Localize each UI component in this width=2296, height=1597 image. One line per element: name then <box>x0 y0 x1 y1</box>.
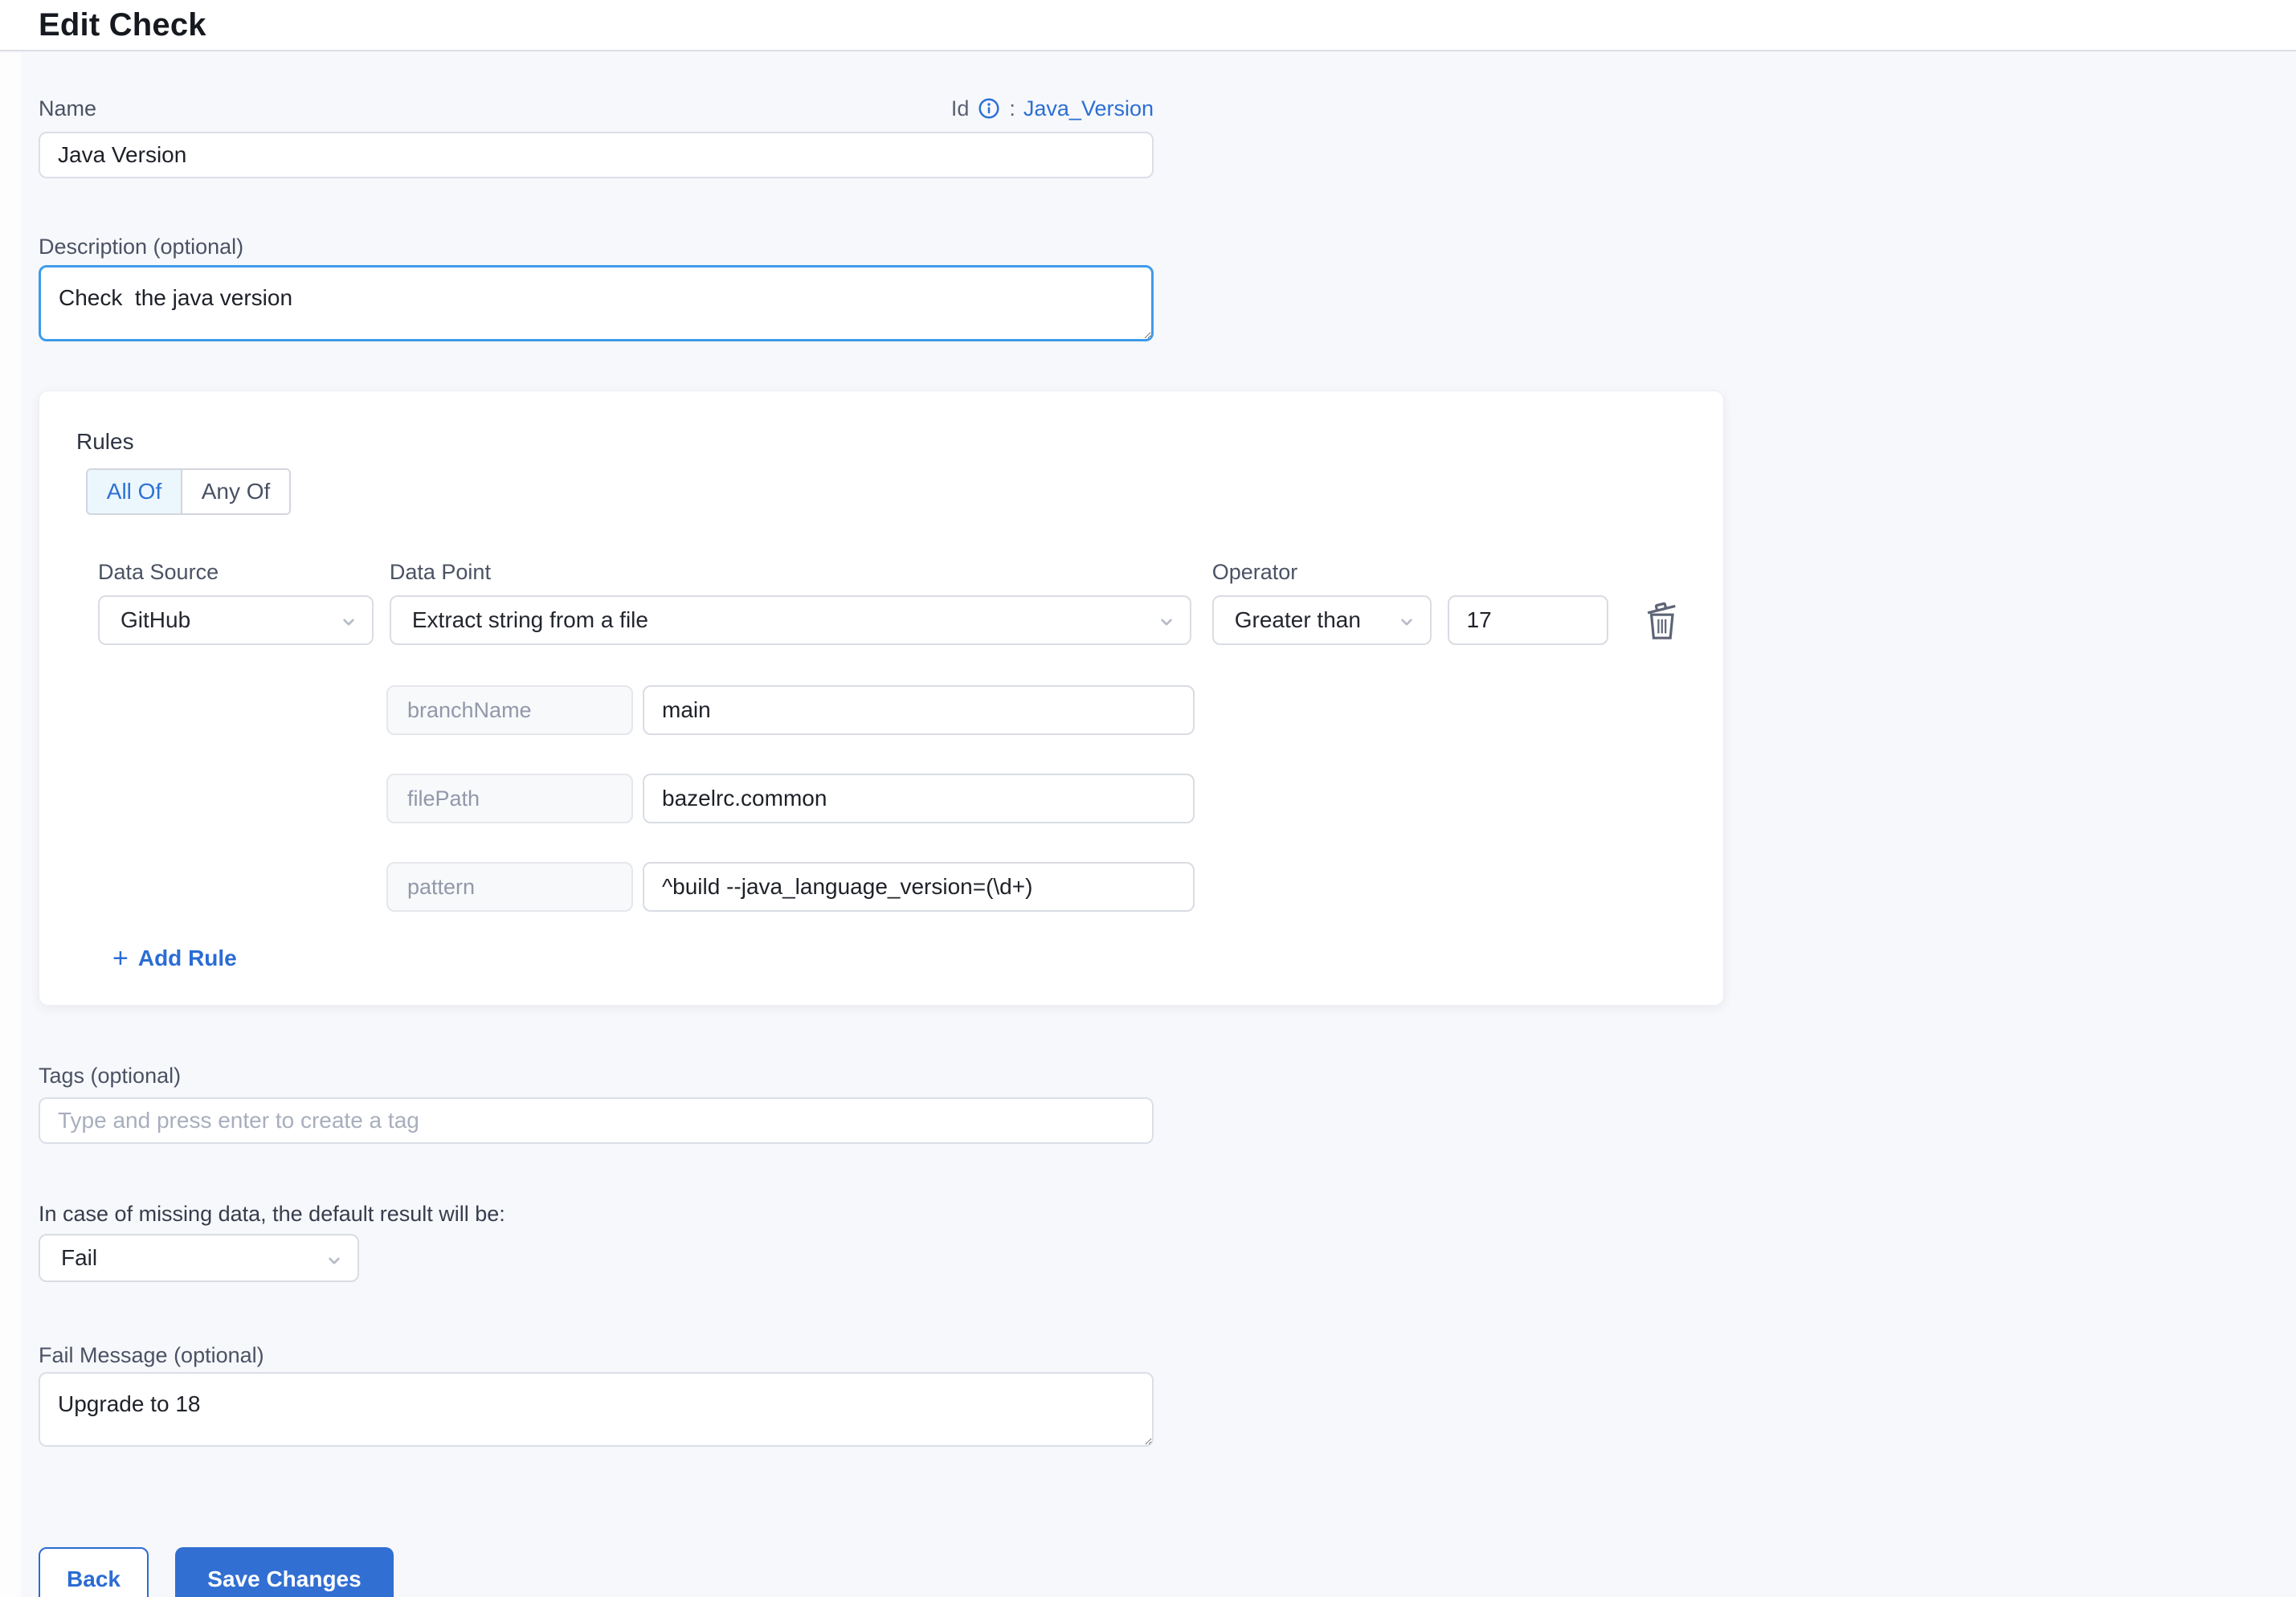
default-result-select[interactable]: Fail <box>39 1234 359 1282</box>
form-actions: Back Save Changes <box>39 1547 2296 1597</box>
save-changes-button[interactable]: Save Changes <box>175 1547 394 1597</box>
add-rule-button[interactable]: + Add Rule <box>112 946 237 971</box>
delete-rule-button[interactable] <box>1638 595 1686 645</box>
rules-card: Rules All Of Any Of Data Source GitHub <box>39 390 1724 1006</box>
operator-label: Operator <box>1212 560 1432 595</box>
default-result-value: Fail <box>61 1245 97 1271</box>
param-row-file-path: filePath <box>386 774 1686 823</box>
operator-select[interactable]: Greater than <box>1212 595 1432 645</box>
check-id-link[interactable]: Java_Version <box>1023 96 1154 121</box>
back-button[interactable]: Back <box>39 1547 149 1597</box>
fail-message-textarea[interactable]: Upgrade to 18 <box>39 1372 1154 1447</box>
page-header: Edit Check <box>0 0 2296 51</box>
data-point-select[interactable]: Extract string from a file <box>390 595 1191 645</box>
name-label: Name <box>39 95 96 122</box>
match-mode-toggle: All Of Any Of <box>86 468 291 515</box>
tags-input[interactable] <box>39 1097 1154 1144</box>
param-row-branch-name: branchName <box>386 685 1686 735</box>
data-point-label: Data Point <box>390 560 1191 595</box>
param-key-badge: filePath <box>386 774 633 823</box>
id-label: Id <box>951 96 970 121</box>
tags-label: Tags (optional) <box>39 1062 2296 1089</box>
param-file-path-input[interactable] <box>643 774 1195 823</box>
description-label: Description (optional) <box>39 233 2296 260</box>
data-point-value: Extract string from a file <box>412 607 648 633</box>
plus-icon: + <box>112 947 129 970</box>
chevron-down-icon <box>1396 611 1417 638</box>
edit-check-form: Name Id : Java_Version Description (opti… <box>0 95 2296 1597</box>
page-title: Edit Check <box>39 7 206 43</box>
info-icon[interactable] <box>977 96 1001 120</box>
description-textarea[interactable]: Check the java version <box>39 265 1154 341</box>
chevron-down-icon <box>324 1250 345 1276</box>
fail-message-label: Fail Message (optional) <box>39 1342 2296 1369</box>
toggle-any-of[interactable]: Any Of <box>181 470 289 513</box>
param-row-pattern: pattern <box>386 862 1686 912</box>
add-rule-label: Add Rule <box>138 946 237 971</box>
rules-title: Rules <box>76 428 1686 455</box>
param-branch-name-input[interactable] <box>643 685 1195 735</box>
param-pattern-input[interactable] <box>643 862 1195 912</box>
id-colon: : <box>1009 96 1015 121</box>
data-source-value: GitHub <box>121 607 190 633</box>
check-id-row: Id : Java_Version <box>951 96 1154 121</box>
toggle-all-of[interactable]: All Of <box>88 470 181 513</box>
operator-value: Greater than <box>1235 607 1361 633</box>
chevron-down-icon <box>1156 611 1177 638</box>
chevron-down-icon <box>338 611 359 638</box>
data-source-label: Data Source <box>98 560 374 595</box>
operator-value-input[interactable] <box>1448 595 1608 645</box>
param-key-badge: pattern <box>386 862 633 912</box>
trash-icon <box>1644 599 1681 642</box>
data-source-select[interactable]: GitHub <box>98 595 374 645</box>
missing-data-label: In case of missing data, the default res… <box>39 1200 2296 1227</box>
rule-row: Data Source GitHub Data Point Extract st… <box>98 560 1686 645</box>
name-input[interactable] <box>39 132 1154 178</box>
param-key-badge: branchName <box>386 685 633 735</box>
